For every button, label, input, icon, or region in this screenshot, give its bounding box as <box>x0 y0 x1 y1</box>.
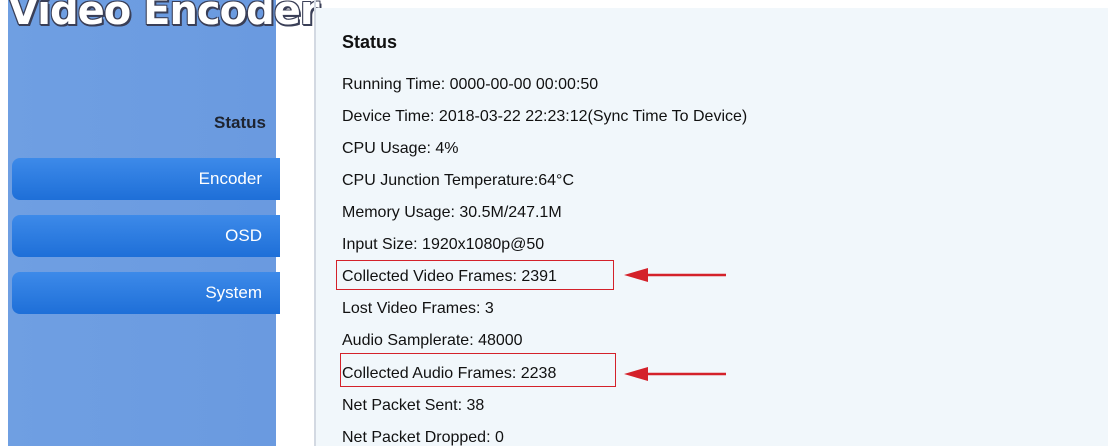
video-frames-highlight-box <box>336 260 614 290</box>
lost-video-frames: Lost Video Frames: 3 <box>342 300 494 317</box>
running-time: Running Time: 0000-00-00 00:00:50 <box>342 76 599 93</box>
input-size: Input Size: 1920x1080p@50 <box>342 236 545 253</box>
sidebar-item-status[interactable]: Status <box>8 108 266 138</box>
audio-samplerate: Audio Samplerate: 48000 <box>342 332 523 349</box>
sidebar: Video Encoder Status Encoder OSD System <box>8 0 320 446</box>
sidebar-item-system[interactable]: System <box>12 272 280 314</box>
status-panel: Status Running Time: 0000-00-00 00:00:50… <box>316 8 1108 446</box>
sidebar-item-encoder[interactable]: Encoder <box>12 158 280 200</box>
net-packet-sent: Net Packet Sent: 38 <box>342 397 485 414</box>
sidebar-item-osd[interactable]: OSD <box>12 215 280 257</box>
cpu-temperature: CPU Junction Temperature:64°C <box>342 172 574 189</box>
status-heading: Status <box>342 32 398 52</box>
brand-logo: Video Encoder <box>8 0 320 34</box>
audio-frames-arrow-icon <box>624 367 726 381</box>
net-packet-dropped: Net Packet Dropped: 0 <box>342 429 504 446</box>
memory-usage: Memory Usage: 30.5M/247.1M <box>342 204 562 221</box>
cpu-usage: CPU Usage: 4% <box>342 140 459 157</box>
video-frames-arrow-icon <box>624 268 726 282</box>
page: Video Encoder Status Encoder OSD System … <box>0 0 1108 446</box>
audio-frames-highlight-box <box>340 353 616 387</box>
device-time: Device Time: 2018-03-22 22:23:12(Sync Ti… <box>342 108 748 125</box>
